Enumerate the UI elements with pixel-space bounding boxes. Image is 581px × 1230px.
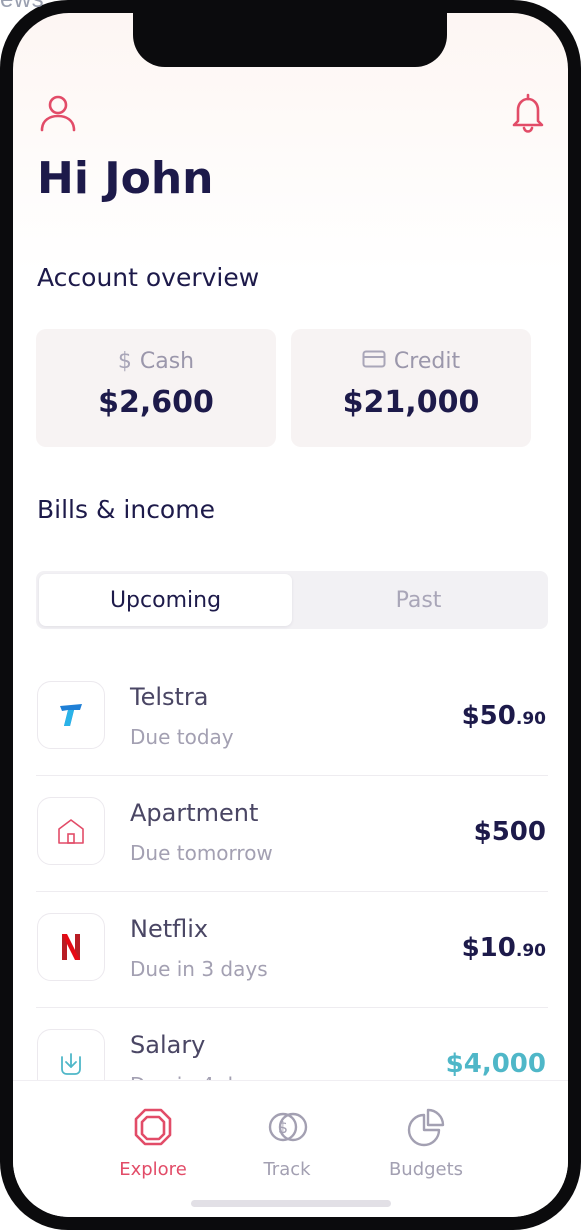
svg-text:$: $ (278, 1118, 288, 1137)
bills-segmented-control: Upcoming Past (36, 571, 548, 629)
house-icon (37, 797, 105, 865)
bill-amount: $10.90 (461, 933, 546, 963)
bill-amount: $500 (473, 817, 546, 847)
bill-amount: $50.90 (461, 701, 546, 731)
credit-label: Credit (393, 349, 461, 374)
pie-chart-icon (407, 1108, 445, 1147)
bill-name: Netflix (130, 915, 209, 943)
bill-due: Due today (130, 725, 234, 749)
tab-budgets[interactable]: Budgets (371, 1105, 481, 1180)
divider (36, 891, 548, 892)
credit-value: $21,000 (342, 385, 480, 420)
bill-item-netflix[interactable]: Netflix Due in 3 days $10.90 (36, 913, 548, 1029)
divider (36, 1007, 548, 1008)
cash-card[interactable]: $ Cash $2,600 (36, 329, 276, 447)
bill-name: Telstra (130, 683, 209, 711)
corner-text: ews (0, 0, 44, 14)
tab-label: Explore (119, 1159, 187, 1180)
netflix-logo (37, 913, 105, 981)
bill-name: Salary (130, 1031, 206, 1059)
dollar-icon: $ (117, 349, 132, 374)
phone-frame: Hi John Account overview $ Cash $2,600 C… (0, 0, 581, 1230)
device-notch (133, 13, 447, 67)
user-icon[interactable] (38, 93, 78, 133)
bottom-tab-bar: Explore $ Track Budgets (13, 1080, 568, 1217)
tab-label: Budgets (388, 1159, 464, 1180)
tab-past[interactable]: Past (292, 574, 545, 626)
income-amount: $4,000 (445, 1049, 546, 1079)
credit-card[interactable]: Credit $21,000 (291, 329, 531, 447)
bill-due: Due tomorrow (130, 841, 273, 865)
tab-explore[interactable]: Explore (98, 1105, 208, 1180)
coins-icon: $ (268, 1112, 308, 1142)
tab-upcoming[interactable]: Upcoming (39, 574, 292, 626)
cash-value: $2,600 (98, 385, 214, 420)
bill-due: Due in 3 days (130, 957, 268, 981)
explore-icon (134, 1108, 172, 1146)
bill-item-telstra[interactable]: Telstra Due today $50.90 (36, 681, 548, 797)
cash-label: Cash (139, 349, 195, 374)
divider (36, 775, 548, 776)
tab-track[interactable]: $ Track (232, 1105, 342, 1180)
telstra-logo (37, 681, 105, 749)
app-screen: Hi John Account overview $ Cash $2,600 C… (13, 13, 568, 1217)
tab-label: Track (263, 1159, 311, 1180)
home-indicator[interactable] (191, 1200, 391, 1207)
bell-icon[interactable] (508, 93, 548, 133)
account-overview-title: Account overview (37, 263, 260, 292)
bill-item-apartment[interactable]: Apartment Due tomorrow $500 (36, 797, 548, 913)
bills-income-title: Bills & income (37, 495, 215, 524)
greeting-title: Hi John (37, 153, 214, 204)
credit-card-icon (362, 349, 386, 374)
bill-name: Apartment (130, 799, 259, 827)
